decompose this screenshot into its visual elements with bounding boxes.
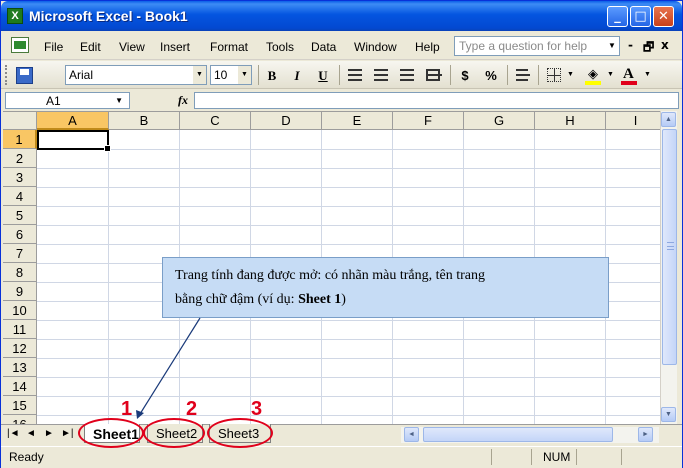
highlight-ellipse-1 — [78, 418, 144, 448]
annotation-label-2: 2 — [186, 398, 198, 420]
arrow-head-icon — [136, 410, 144, 419]
annotation-label-1: 1 — [121, 398, 133, 420]
annotation-label-3: 3 — [251, 398, 263, 420]
callout-arrow — [136, 317, 201, 419]
highlight-ellipse-3 — [207, 418, 273, 448]
highlight-ellipse-2 — [143, 418, 205, 448]
